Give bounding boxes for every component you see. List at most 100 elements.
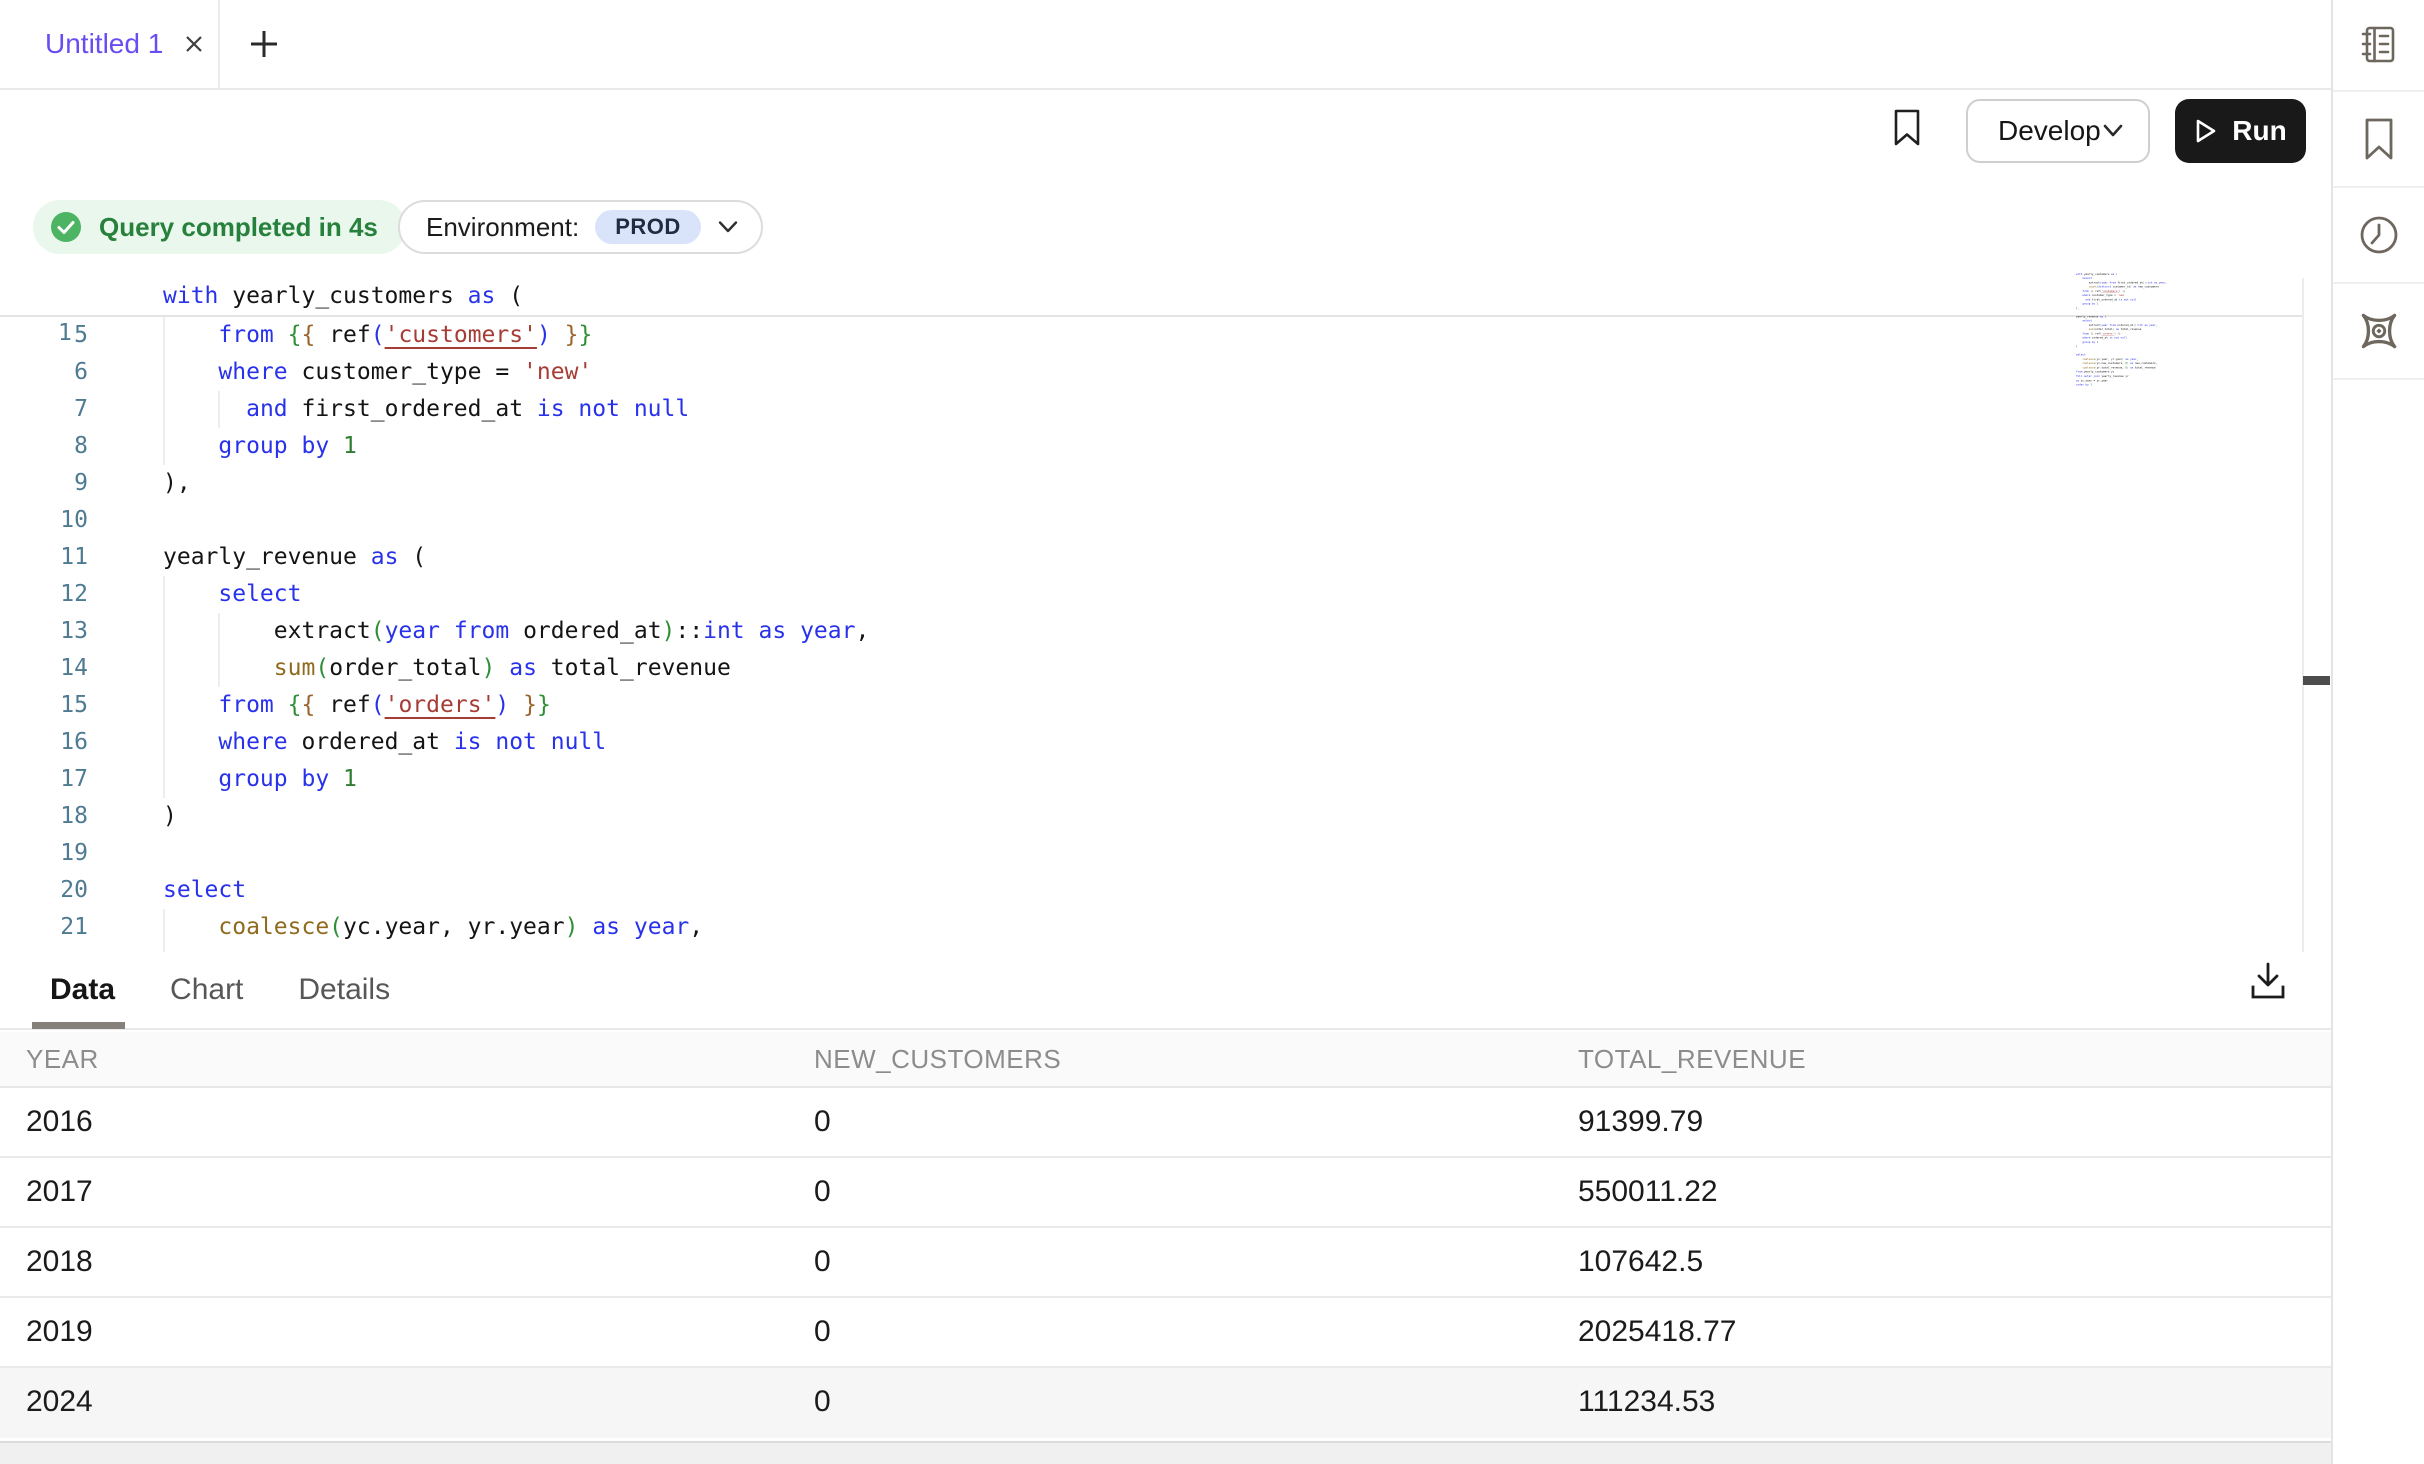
table-row: 2024 0 111234.53: [0, 1368, 2331, 1438]
environment-value-chip: PROD: [595, 210, 701, 244]
code-line[interactable]: 19: [0, 835, 2302, 872]
line-number: 9: [0, 465, 88, 502]
results-table-body: 2016 0 91399.79 2017 0 550011.22 2018 0 107642.5…: [0, 1088, 2331, 1438]
query-status-badge: Query completed in 4s: [33, 200, 406, 254]
notebook-icon: [2357, 23, 2401, 67]
editor-scrollbar-track[interactable]: [2302, 278, 2331, 952]
table-cell: 0: [814, 1228, 831, 1296]
code-line[interactable]: 9),: [0, 465, 2302, 502]
sticky-scroll-line[interactable]: 1 with yearly_customers as (: [0, 278, 2302, 317]
code-line[interactable]: 14 sum(order_total) as total_revenue: [0, 650, 2302, 687]
line-number: 18: [0, 798, 88, 835]
environment-label: Environment:: [426, 212, 579, 243]
results-tab-details[interactable]: Details: [298, 973, 390, 1007]
download-results-button[interactable]: [2240, 954, 2296, 1010]
table-cell: 111234.53: [1578, 1368, 1715, 1436]
line-number: 21: [0, 909, 88, 946]
table-cell: 0: [814, 1088, 831, 1156]
table-cell: 0: [814, 1368, 831, 1436]
code-line[interactable]: 21 coalesce(yc.year, yr.year) as year,: [0, 909, 2302, 946]
horizontal-scrollbar[interactable]: [0, 1441, 2331, 1464]
table-cell: 91399.79: [1578, 1088, 1703, 1156]
line-number: 10: [0, 502, 88, 539]
column-header: NEW_CUSTOMERS: [814, 1032, 1061, 1086]
code-line[interactable]: 20select: [0, 872, 2302, 909]
table-row: 2018 0 107642.5: [0, 1228, 2331, 1298]
code-line[interactable]: 5 from {{ ref('customers') }}: [0, 317, 2302, 354]
results-tab-data[interactable]: Data: [50, 973, 115, 1007]
active-tab-indicator: [32, 1022, 125, 1029]
code-line[interactable]: 6 where customer_type = 'new': [0, 354, 2302, 391]
column-header: TOTAL_REVENUE: [1578, 1032, 1806, 1086]
bookmark-icon: [2361, 116, 2397, 162]
dbt-logo-icon: [2354, 306, 2404, 356]
table-cell: 2016: [26, 1088, 93, 1156]
table-cell: 2019: [26, 1298, 93, 1366]
sidebar-bookmark-button[interactable]: [2333, 92, 2424, 188]
download-icon: [2248, 960, 2288, 1004]
line-number: 20: [0, 872, 88, 909]
line-number: 19: [0, 835, 88, 872]
sidebar-dbt-button[interactable]: [2333, 284, 2424, 380]
column-header: YEAR: [26, 1032, 99, 1086]
line-number: 6: [0, 354, 88, 391]
develop-label: Develop: [1998, 115, 2101, 147]
environment-selector[interactable]: Environment: PROD: [398, 200, 763, 254]
line-number: 15: [0, 687, 88, 724]
sidebar-notebook-button[interactable]: [2333, 0, 2424, 92]
table-row: 2017 0 550011.22: [0, 1158, 2331, 1228]
sql-editor[interactable]: 1 with yearly_customers as ( 5 from {{ r…: [0, 278, 2302, 952]
chevron-down-icon: [2101, 123, 2125, 139]
code-line[interactable]: 16 where ordered_at is not null: [0, 724, 2302, 761]
code-line[interactable]: 15 from {{ ref('orders') }}: [0, 687, 2302, 724]
bookmark-icon: [1891, 108, 1923, 148]
line-number: 14: [0, 650, 88, 687]
editor-tab-bar: Untitled 1: [0, 0, 2331, 90]
line-number: 8: [0, 428, 88, 465]
run-button[interactable]: Run: [2175, 99, 2306, 163]
line-number: 17: [0, 761, 88, 798]
run-label: Run: [2232, 115, 2286, 147]
line-number: 11: [0, 539, 88, 576]
code-line[interactable]: 12 select: [0, 576, 2302, 613]
scrollbar-position-marker[interactable]: [2303, 676, 2330, 685]
table-cell: 2018: [26, 1228, 93, 1296]
line-number: 13: [0, 613, 88, 650]
code-line[interactable]: 13 extract(year from ordered_at)::int as…: [0, 613, 2302, 650]
table-cell: 2025418.77: [1578, 1298, 1737, 1366]
table-cell: 2017: [26, 1158, 93, 1226]
chevron-down-icon: [717, 220, 739, 234]
bookmark-button[interactable]: [1885, 104, 1929, 152]
query-status-text: Query completed in 4s: [99, 212, 378, 243]
line-number: 7: [0, 391, 88, 428]
results-table-header: YEAR NEW_CUSTOMERS TOTAL_REVENUE: [0, 1032, 2331, 1088]
code-line[interactable]: 10: [0, 502, 2302, 539]
code-line[interactable]: 17 group by 1: [0, 761, 2302, 798]
minimap-content: with yearly_customers as ( select extrac…: [2076, 272, 2170, 387]
table-cell: 550011.22: [1578, 1158, 1718, 1226]
line-number: 5: [0, 317, 88, 354]
code-line[interactable]: 8 group by 1: [0, 428, 2302, 465]
code-line: with yearly_customers as (: [163, 278, 523, 315]
code-line[interactable]: 18): [0, 798, 2302, 835]
line-number: 12: [0, 576, 88, 613]
app-window: Untitled 1 Develop Run Quer: [0, 0, 2424, 1464]
line-number: 16: [0, 724, 88, 761]
table-cell: 0: [814, 1158, 831, 1226]
new-tab-button[interactable]: [222, 0, 306, 88]
right-sidebar: [2331, 0, 2424, 1464]
develop-dropdown[interactable]: Develop: [1966, 99, 2150, 163]
code-line[interactable]: 7 and first_ordered_at is not null: [0, 391, 2302, 428]
close-tab-icon[interactable]: [181, 31, 207, 57]
table-cell: 2024: [26, 1368, 93, 1436]
history-clock-icon: [2356, 212, 2402, 258]
table-cell: 0: [814, 1298, 831, 1366]
code-minimap[interactable]: with yearly_customers as ( select extrac…: [2076, 272, 2191, 407]
table-cell: 107642.5: [1578, 1228, 1703, 1296]
code-line[interactable]: 11yearly_revenue as (: [0, 539, 2302, 576]
results-tab-chart[interactable]: Chart: [170, 973, 243, 1007]
sidebar-history-button[interactable]: [2333, 188, 2424, 284]
table-row: 2016 0 91399.79: [0, 1088, 2331, 1158]
code-line: order by 1: [2076, 383, 2170, 387]
tab-untitled-1[interactable]: Untitled 1: [0, 0, 220, 88]
